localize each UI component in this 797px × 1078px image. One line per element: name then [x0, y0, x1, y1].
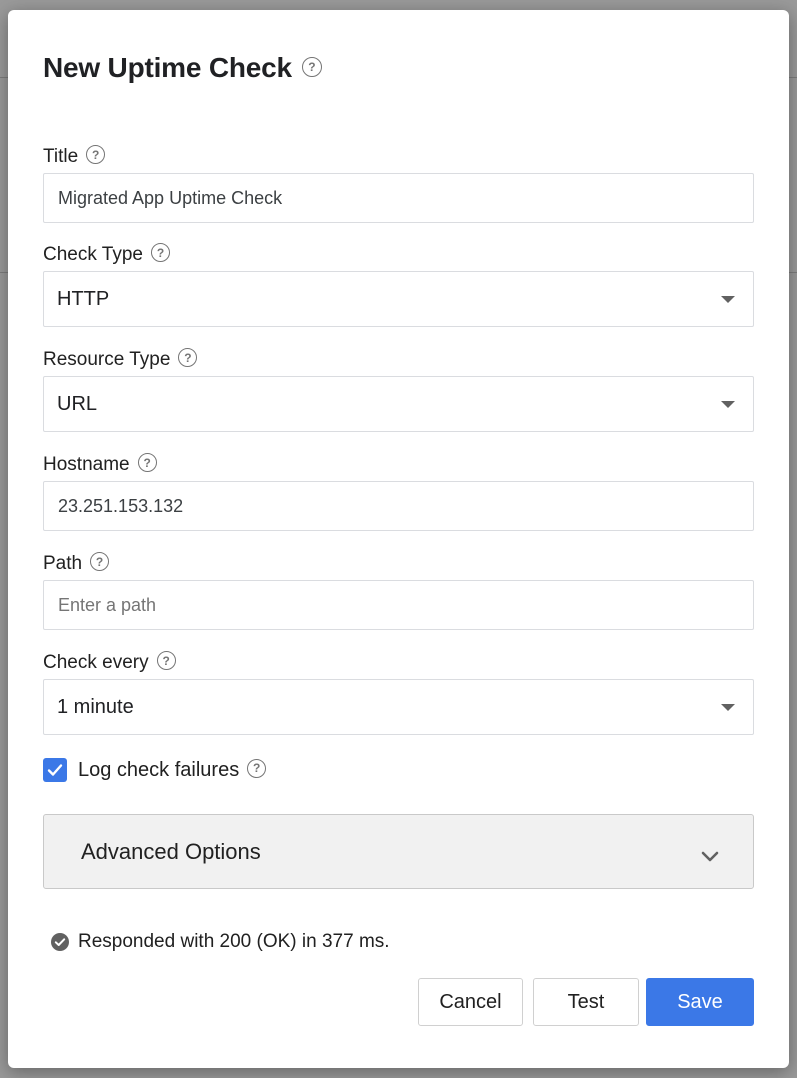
- dialog-title: New Uptime Check?: [43, 52, 322, 84]
- new-uptime-check-dialog: New Uptime Check? Title? Migrated App Up…: [8, 10, 789, 1068]
- title-label-text: Title: [43, 146, 79, 167]
- help-icon[interactable]: ?: [178, 348, 198, 368]
- hostname-input-value: 23.251.153.132: [58, 495, 184, 516]
- log-check-failures-row: Log check failures?: [43, 758, 267, 782]
- check-every-label: Check every?: [43, 651, 176, 674]
- hostname-input[interactable]: 23.251.153.132: [43, 481, 754, 531]
- checkmark-icon: [47, 764, 63, 776]
- cancel-button[interactable]: Cancel: [418, 978, 523, 1026]
- log-check-failures-label: Log check failures: [78, 758, 240, 781]
- resource-type-value: URL: [57, 392, 98, 415]
- test-status: Responded with 200 (OK) in 377 ms.: [51, 931, 390, 953]
- resource-type-label-text: Resource Type: [43, 349, 171, 370]
- title-label: Title?: [43, 145, 106, 168]
- path-input[interactable]: Enter a path: [43, 580, 754, 630]
- hostname-label-text: Hostname: [43, 454, 130, 475]
- path-label: Path?: [43, 552, 110, 575]
- help-icon[interactable]: ?: [150, 243, 170, 263]
- chevron-down-icon: [701, 843, 719, 869]
- title-input-value: Migrated App Uptime Check: [58, 187, 283, 208]
- log-check-failures-checkbox[interactable]: [43, 758, 67, 782]
- test-button[interactable]: Test: [533, 978, 639, 1026]
- resource-type-select[interactable]: URL: [43, 376, 754, 432]
- check-every-label-text: Check every: [43, 652, 149, 673]
- save-button[interactable]: Save: [646, 978, 754, 1026]
- caret-down-icon: [721, 401, 735, 408]
- resource-type-label: Resource Type?: [43, 348, 198, 371]
- check-circle-icon: [51, 933, 69, 951]
- help-icon[interactable]: ?: [137, 453, 157, 473]
- check-type-label: Check Type?: [43, 243, 170, 266]
- title-input[interactable]: Migrated App Uptime Check: [43, 173, 754, 223]
- check-every-value: 1 minute: [57, 695, 134, 718]
- caret-down-icon: [721, 296, 735, 303]
- advanced-options-label: Advanced Options: [81, 838, 261, 864]
- help-icon[interactable]: ?: [247, 758, 267, 778]
- caret-down-icon: [721, 704, 735, 711]
- check-type-select[interactable]: HTTP: [43, 271, 754, 327]
- hostname-label: Hostname?: [43, 453, 157, 476]
- dialog-title-text: New Uptime Check: [43, 52, 292, 83]
- path-label-text: Path: [43, 553, 83, 574]
- check-type-value: HTTP: [57, 287, 110, 310]
- path-input-placeholder: Enter a path: [58, 594, 157, 615]
- help-icon[interactable]: ?: [86, 145, 106, 165]
- test-status-text: Responded with 200 (OK) in 377 ms.: [78, 931, 390, 952]
- help-icon[interactable]: ?: [156, 651, 176, 671]
- check-every-select[interactable]: 1 minute: [43, 679, 754, 735]
- advanced-options-panel[interactable]: Advanced Options: [43, 814, 754, 889]
- help-icon[interactable]: ?: [90, 552, 110, 572]
- help-icon[interactable]: ?: [301, 56, 322, 77]
- check-type-label-text: Check Type: [43, 244, 143, 265]
